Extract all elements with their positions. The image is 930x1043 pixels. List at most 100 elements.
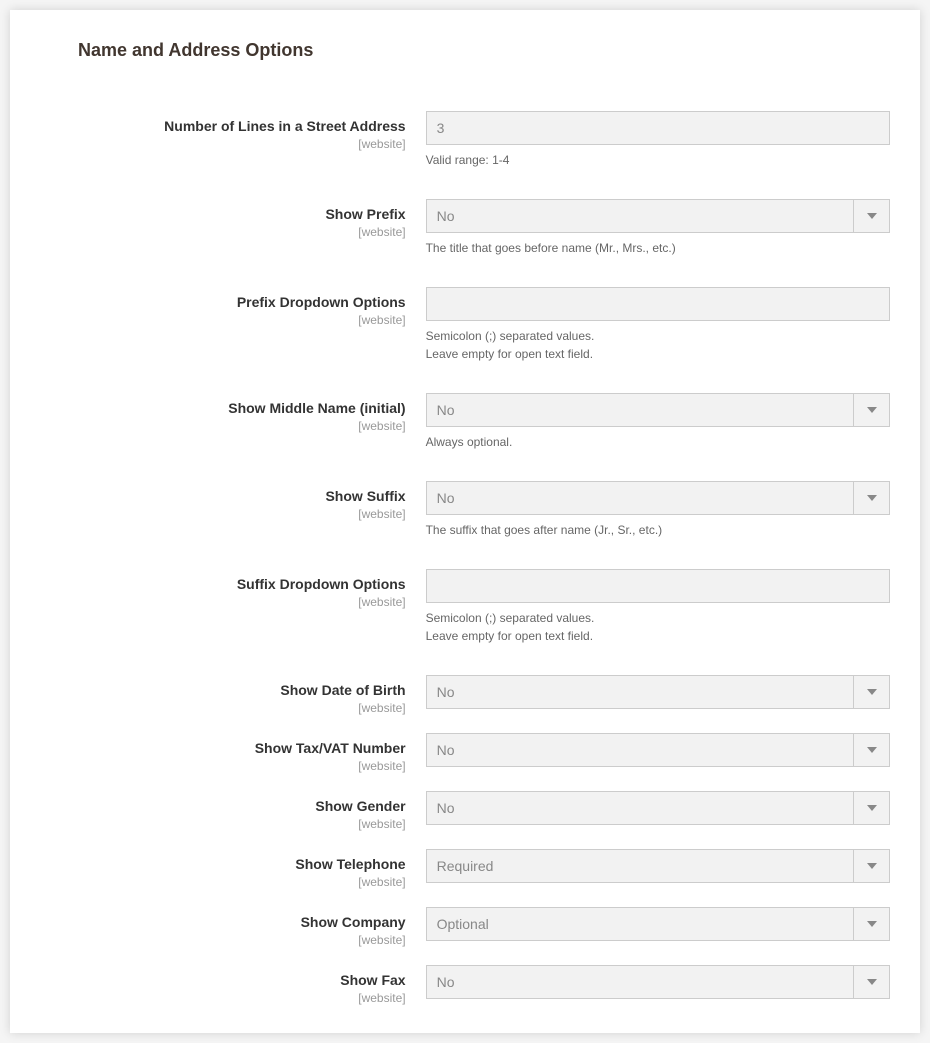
field-label: Show Company [301,914,406,930]
show-suffix-select[interactable]: No [426,481,890,515]
scope-label: [website] [40,419,406,433]
field-label: Suffix Dropdown Options [237,576,406,592]
input-col: Required [426,849,890,889]
scope-label: [website] [40,701,406,715]
field-label: Show Middle Name (initial) [228,400,405,416]
field-label: Number of Lines in a Street Address [164,118,405,134]
select-value: No [427,676,853,708]
select-value: No [427,792,853,824]
select-value: Required [427,850,853,882]
help-line1: Semicolon (;) separated values. [426,329,595,343]
prefix-options-input[interactable] [426,287,890,321]
fax-select[interactable]: No [426,965,890,999]
select-value: No [427,482,853,514]
input-col: No Always optional. [426,393,890,451]
section-title: Name and Address Options [78,40,890,61]
select-value: No [427,394,853,426]
label-col: Show Date of Birth [website] [40,675,426,715]
help-text: The title that goes before name (Mr., Mr… [426,239,890,257]
scope-label: [website] [40,933,406,947]
help-line2: Leave empty for open text field. [426,347,593,361]
help-text: The suffix that goes after name (Jr., Sr… [426,521,890,539]
field-middle-name: Show Middle Name (initial) [website] No … [40,393,890,451]
scope-label: [website] [40,595,406,609]
chevron-down-icon [853,792,889,824]
input-col: Semicolon (;) separated values. Leave em… [426,569,890,645]
help-line2: Leave empty for open text field. [426,629,593,643]
scope-label: [website] [40,313,406,327]
input-col: No [426,791,890,831]
chevron-down-icon [853,200,889,232]
field-label: Show Fax [340,972,405,988]
scope-label: [website] [40,507,406,521]
company-select[interactable]: Optional [426,907,890,941]
field-telephone: Show Telephone [website] Required [40,849,890,889]
street-lines-input[interactable] [426,111,890,145]
input-col: No The suffix that goes after name (Jr.,… [426,481,890,539]
dob-select[interactable]: No [426,675,890,709]
select-value: No [427,200,853,232]
suffix-options-input[interactable] [426,569,890,603]
field-label: Show Suffix [325,488,405,504]
input-col: No The title that goes before name (Mr.,… [426,199,890,257]
show-prefix-select[interactable]: No [426,199,890,233]
help-text: Always optional. [426,433,890,451]
field-fax: Show Fax [website] No [40,965,890,1005]
label-col: Show Prefix [website] [40,199,426,257]
field-label: Show Date of Birth [280,682,405,698]
field-label: Show Gender [315,798,405,814]
label-col: Prefix Dropdown Options [website] [40,287,426,363]
chevron-down-icon [853,850,889,882]
label-col: Show Middle Name (initial) [website] [40,393,426,451]
tax-select[interactable]: No [426,733,890,767]
telephone-select[interactable]: Required [426,849,890,883]
scope-label: [website] [40,991,406,1005]
chevron-down-icon [853,734,889,766]
input-col: Optional [426,907,890,947]
field-prefix-options: Prefix Dropdown Options [website] Semico… [40,287,890,363]
field-suffix-options: Suffix Dropdown Options [website] Semico… [40,569,890,645]
scope-label: [website] [40,817,406,831]
label-col: Show Suffix [website] [40,481,426,539]
field-label: Show Telephone [295,856,405,872]
scope-label: [website] [40,225,406,239]
label-col: Number of Lines in a Street Address [web… [40,111,426,169]
chevron-down-icon [853,394,889,426]
select-value: No [427,734,853,766]
field-label: Show Prefix [325,206,405,222]
chevron-down-icon [853,966,889,998]
select-value: Optional [427,908,853,940]
help-text: Semicolon (;) separated values. Leave em… [426,327,890,363]
input-col: No [426,733,890,773]
field-show-suffix: Show Suffix [website] No The suffix that… [40,481,890,539]
input-col: No [426,965,890,1005]
field-dob: Show Date of Birth [website] No [40,675,890,715]
label-col: Show Telephone [website] [40,849,426,889]
input-col: No [426,675,890,715]
chevron-down-icon [853,676,889,708]
gender-select[interactable]: No [426,791,890,825]
field-label: Show Tax/VAT Number [255,740,406,756]
select-value: No [427,966,853,998]
label-col: Suffix Dropdown Options [website] [40,569,426,645]
scope-label: [website] [40,759,406,773]
input-col: Valid range: 1-4 [426,111,890,169]
input-col: Semicolon (;) separated values. Leave em… [426,287,890,363]
help-text: Semicolon (;) separated values. Leave em… [426,609,890,645]
label-col: Show Company [website] [40,907,426,947]
field-label: Prefix Dropdown Options [237,294,406,310]
chevron-down-icon [853,908,889,940]
field-tax: Show Tax/VAT Number [website] No [40,733,890,773]
help-line1: Semicolon (;) separated values. [426,611,595,625]
field-street-lines: Number of Lines in a Street Address [web… [40,111,890,169]
scope-label: [website] [40,137,406,151]
middle-name-select[interactable]: No [426,393,890,427]
config-panel: Name and Address Options Number of Lines… [10,10,920,1033]
field-show-prefix: Show Prefix [website] No The title that … [40,199,890,257]
label-col: Show Fax [website] [40,965,426,1005]
field-gender: Show Gender [website] No [40,791,890,831]
field-company: Show Company [website] Optional [40,907,890,947]
chevron-down-icon [853,482,889,514]
scope-label: [website] [40,875,406,889]
label-col: Show Gender [website] [40,791,426,831]
